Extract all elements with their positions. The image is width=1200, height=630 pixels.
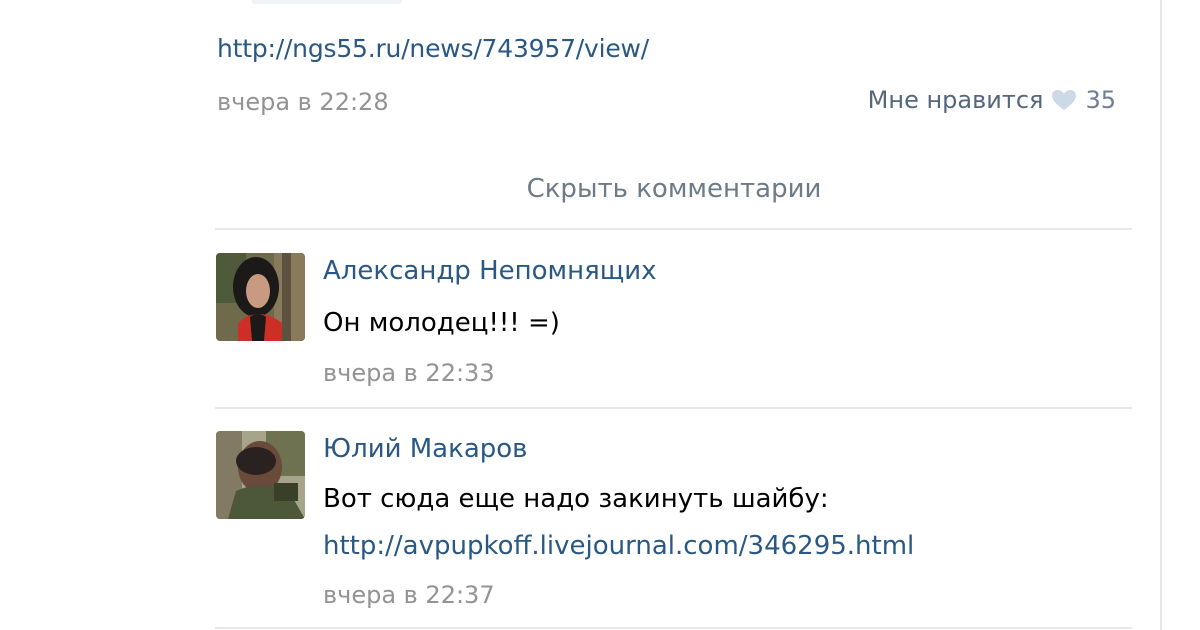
post-date[interactable]: вчера в 22:28 [217,88,389,116]
comment-link[interactable]: http://avpupkoff.livejournal.com/346295.… [323,531,914,561]
like-label: Мне нравится [867,86,1044,114]
hide-comments-button[interactable]: Скрыть комментарии [217,174,1131,204]
comments-divider [215,627,1132,629]
like-button[interactable]: Мне нравится 35 [868,86,1116,114]
comments-divider [215,407,1132,409]
like-count: 35 [1085,86,1116,114]
comment-text: Он молодец!!! =) [323,308,560,338]
post-link[interactable]: http://ngs55.ru/news/743957/view/ [217,34,649,63]
comment-author[interactable]: Александр Непомнящих [323,256,657,286]
comment-date[interactable]: вчера в 22:37 [323,581,495,609]
cropped-header-edge [252,0,402,4]
comment-text: Вот сюда еще надо закинуть шайбу: [323,484,829,514]
comment-date[interactable]: вчера в 22:33 [323,359,495,387]
avatar[interactable] [216,431,305,519]
comments-divider [215,228,1132,230]
comment-author[interactable]: Юлий Макаров [323,434,527,464]
avatar[interactable] [216,253,305,341]
heart-icon [1051,89,1077,111]
card-right-border [1160,0,1162,630]
